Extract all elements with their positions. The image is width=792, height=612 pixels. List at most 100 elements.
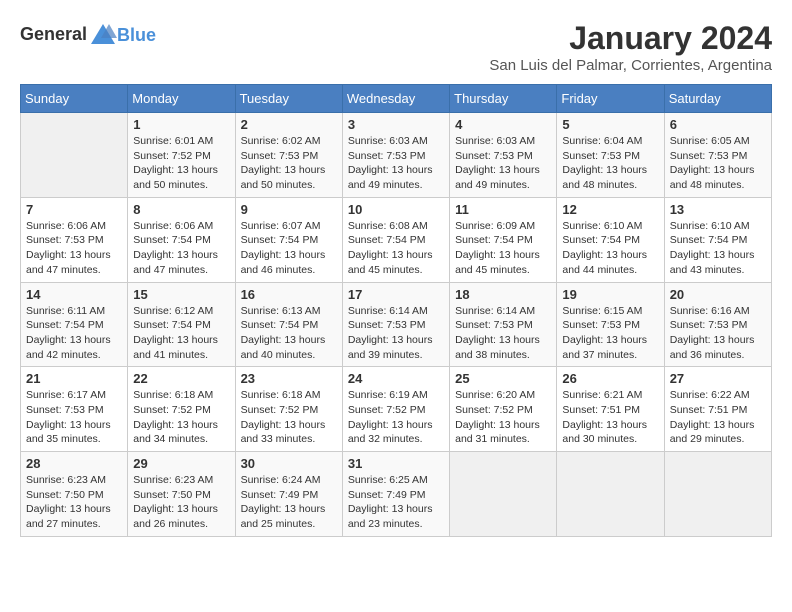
day-number: 10 (348, 202, 444, 217)
day-number: 17 (348, 287, 444, 302)
day-number: 3 (348, 117, 444, 132)
day-number: 13 (670, 202, 766, 217)
calendar-cell: 17 Sunrise: 6:14 AMSunset: 7:53 PMDayligh… (342, 282, 449, 367)
day-number: 12 (562, 202, 658, 217)
calendar-cell: 4Sunrise: 6:03 AMSunset: 7:53 PMDaylight… (450, 113, 557, 198)
calendar-cell: 11 Sunrise: 6:09 AMSunset: 7:54 PMDayligh… (450, 197, 557, 282)
day-info: Sunrise: 6:12 AMSunset: 7:54 PMDaylight:… (133, 304, 229, 363)
calendar-cell: 9 Sunrise: 6:07 AMSunset: 7:54 PMDaylight… (235, 197, 342, 282)
calendar-cell: 21 Sunrise: 6:17 AMSunset: 7:53 PMDayligh… (21, 367, 128, 452)
calendar-cell: 10Sunrise: 6:08 AMSunset: 7:54 PMDayligh… (342, 197, 449, 282)
day-info: Sunrise: 6:06 AMSunset: 7:53 PMDaylight:… (26, 219, 122, 278)
calendar-cell: 29 Sunrise: 6:23 AMSunset: 7:50 PMDayligh… (128, 452, 235, 537)
calendar-cell: 13 Sunrise: 6:10 AMSunset: 7:54 PMDayligh… (664, 197, 771, 282)
header-cell-tuesday: Tuesday (235, 85, 342, 113)
calendar-cell: 25 Sunrise: 6:20 AMSunset: 7:52 PMDayligh… (450, 367, 557, 452)
week-row-1: 1 Sunrise: 6:01 AMSunset: 7:52 PMDaylight… (21, 113, 772, 198)
day-number: 4 (455, 117, 551, 132)
week-row-2: 7 Sunrise: 6:06 AMSunset: 7:53 PMDaylight… (21, 197, 772, 282)
calendar-cell: 31 Sunrise: 6:25 AMSunset: 7:49 PMDayligh… (342, 452, 449, 537)
day-info: Sunrise: 6:18 AMSunset: 7:52 PMDaylight:… (241, 388, 337, 447)
calendar-cell (21, 113, 128, 198)
day-info: Sunrise: 6:03 AMSunset: 7:53 PMDaylight:… (348, 134, 444, 193)
calendar-cell (450, 452, 557, 537)
calendar-cell: 27Sunrise: 6:22 AMSunset: 7:51 PMDayligh… (664, 367, 771, 452)
day-number: 5 (562, 117, 658, 132)
day-number: 2 (241, 117, 337, 132)
day-info: Sunrise: 6:04 AMSunset: 7:53 PMDaylight:… (562, 134, 658, 193)
day-info: Sunrise: 6:23 AMSunset: 7:50 PMDaylight:… (26, 473, 122, 532)
page-header: General Blue January 2024 San Luis del P… (20, 20, 772, 74)
day-info: Sunrise: 6:17 AMSunset: 7:53 PMDaylight:… (26, 388, 122, 447)
calendar-table: SundayMondayTuesdayWednesdayThursdayFrid… (20, 84, 772, 537)
calendar-cell: 8Sunrise: 6:06 AMSunset: 7:54 PMDaylight… (128, 197, 235, 282)
day-info: Sunrise: 6:10 AMSunset: 7:54 PMDaylight:… (670, 219, 766, 278)
week-row-5: 28 Sunrise: 6:23 AMSunset: 7:50 PMDayligh… (21, 452, 772, 537)
calendar-cell: 18 Sunrise: 6:14 AMSunset: 7:53 PMDayligh… (450, 282, 557, 367)
day-info: Sunrise: 6:15 AMSunset: 7:53 PMDaylight:… (562, 304, 658, 363)
calendar-cell (664, 452, 771, 537)
day-number: 18 (455, 287, 551, 302)
logo-general: General (20, 24, 87, 45)
day-number: 26 (562, 371, 658, 386)
calendar-title: January 2024 (489, 20, 772, 57)
day-number: 30 (241, 456, 337, 471)
day-number: 22 (133, 371, 229, 386)
calendar-cell: 23Sunrise: 6:18 AMSunset: 7:52 PMDayligh… (235, 367, 342, 452)
day-number: 1 (133, 117, 229, 132)
calendar-cell (557, 452, 664, 537)
day-info: Sunrise: 6:10 AMSunset: 7:54 PMDaylight:… (562, 219, 658, 278)
day-info: Sunrise: 6:25 AMSunset: 7:49 PMDaylight:… (348, 473, 444, 532)
calendar-cell: 3 Sunrise: 6:03 AMSunset: 7:53 PMDaylight… (342, 113, 449, 198)
calendar-subtitle: San Luis del Palmar, Corrientes, Argenti… (489, 57, 772, 74)
day-info: Sunrise: 6:05 AMSunset: 7:53 PMDaylight:… (670, 134, 766, 193)
calendar-cell: 15 Sunrise: 6:12 AMSunset: 7:54 PMDayligh… (128, 282, 235, 367)
day-info: Sunrise: 6:24 AMSunset: 7:49 PMDaylight:… (241, 473, 337, 532)
calendar-cell: 19 Sunrise: 6:15 AMSunset: 7:53 PMDayligh… (557, 282, 664, 367)
week-row-4: 21 Sunrise: 6:17 AMSunset: 7:53 PMDayligh… (21, 367, 772, 452)
day-number: 9 (241, 202, 337, 217)
day-info: Sunrise: 6:16 AMSunset: 7:53 PMDaylight:… (670, 304, 766, 363)
logo: General Blue (20, 20, 156, 48)
day-info: Sunrise: 6:01 AMSunset: 7:52 PMDaylight:… (133, 134, 229, 193)
header-cell-sunday: Sunday (21, 85, 128, 113)
day-info: Sunrise: 6:09 AMSunset: 7:54 PMDaylight:… (455, 219, 551, 278)
day-info: Sunrise: 6:21 AMSunset: 7:51 PMDaylight:… (562, 388, 658, 447)
header-row: SundayMondayTuesdayWednesdayThursdayFrid… (21, 85, 772, 113)
day-info: Sunrise: 6:14 AMSunset: 7:53 PMDaylight:… (348, 304, 444, 363)
day-number: 8 (133, 202, 229, 217)
day-number: 31 (348, 456, 444, 471)
calendar-cell: 7 Sunrise: 6:06 AMSunset: 7:53 PMDaylight… (21, 197, 128, 282)
calendar-cell: 6 Sunrise: 6:05 AMSunset: 7:53 PMDaylight… (664, 113, 771, 198)
day-number: 15 (133, 287, 229, 302)
day-info: Sunrise: 6:02 AMSunset: 7:53 PMDaylight:… (241, 134, 337, 193)
day-number: 25 (455, 371, 551, 386)
calendar-cell: 5 Sunrise: 6:04 AMSunset: 7:53 PMDaylight… (557, 113, 664, 198)
header-cell-wednesday: Wednesday (342, 85, 449, 113)
day-number: 6 (670, 117, 766, 132)
day-number: 28 (26, 456, 122, 471)
day-info: Sunrise: 6:14 AMSunset: 7:53 PMDaylight:… (455, 304, 551, 363)
day-info: Sunrise: 6:20 AMSunset: 7:52 PMDaylight:… (455, 388, 551, 447)
week-row-3: 14 Sunrise: 6:11 AMSunset: 7:54 PMDayligh… (21, 282, 772, 367)
title-area: January 2024 San Luis del Palmar, Corrie… (489, 20, 772, 74)
day-info: Sunrise: 6:23 AMSunset: 7:50 PMDaylight:… (133, 473, 229, 532)
calendar-cell: 20 Sunrise: 6:16 AMSunset: 7:53 PMDayligh… (664, 282, 771, 367)
day-number: 14 (26, 287, 122, 302)
day-info: Sunrise: 6:11 AMSunset: 7:54 PMDaylight:… (26, 304, 122, 363)
day-info: Sunrise: 6:13 AMSunset: 7:54 PMDaylight:… (241, 304, 337, 363)
day-number: 24 (348, 371, 444, 386)
calendar-cell: 16Sunrise: 6:13 AMSunset: 7:54 PMDayligh… (235, 282, 342, 367)
day-info: Sunrise: 6:22 AMSunset: 7:51 PMDaylight:… (670, 388, 766, 447)
day-info: Sunrise: 6:07 AMSunset: 7:54 PMDaylight:… (241, 219, 337, 278)
day-number: 11 (455, 202, 551, 217)
calendar-cell: 1 Sunrise: 6:01 AMSunset: 7:52 PMDaylight… (128, 113, 235, 198)
header-cell-friday: Friday (557, 85, 664, 113)
day-number: 19 (562, 287, 658, 302)
calendar-cell: 30 Sunrise: 6:24 AMSunset: 7:49 PMDayligh… (235, 452, 342, 537)
day-number: 21 (26, 371, 122, 386)
day-number: 20 (670, 287, 766, 302)
calendar-cell: 26 Sunrise: 6:21 AMSunset: 7:51 PMDayligh… (557, 367, 664, 452)
day-number: 29 (133, 456, 229, 471)
day-number: 7 (26, 202, 122, 217)
